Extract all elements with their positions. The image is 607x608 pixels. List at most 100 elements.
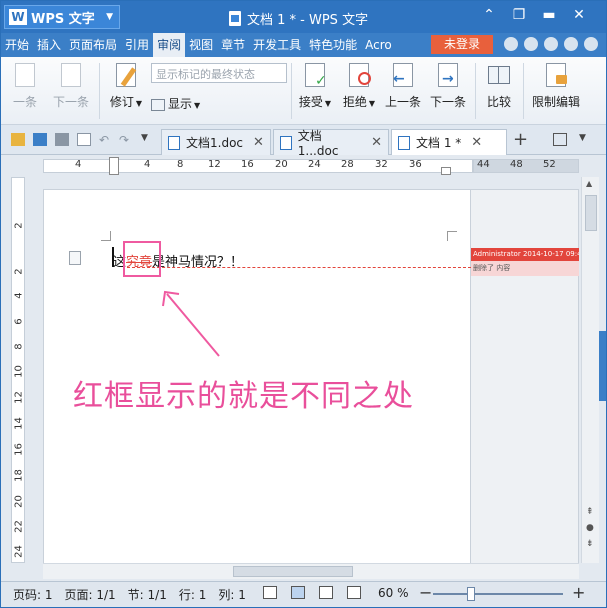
vertical-scroll-thumb[interactable]	[585, 195, 597, 231]
reject-doc-icon	[345, 63, 373, 89]
login-button[interactable]: 未登录	[431, 35, 493, 54]
track-changes-label: 修订	[109, 95, 134, 109]
zoom-level[interactable]: 60 %	[378, 586, 409, 600]
shirt-icon[interactable]	[544, 37, 558, 51]
tab-document-3[interactable]: 文档 1 * ✕	[391, 129, 507, 155]
chevron-down-icon: ▼	[135, 99, 143, 108]
select-browse-icon[interactable]: ●	[586, 523, 594, 533]
highlight-box	[123, 241, 161, 277]
show-markup-label: 显示	[168, 97, 193, 111]
undo-icon[interactable]: ↶	[99, 133, 113, 147]
skin-icon[interactable]	[504, 37, 518, 51]
next-change-button[interactable]: → 下一条	[427, 63, 469, 110]
menu-item-insert[interactable]: 插入	[33, 33, 65, 57]
vertical-scrollbar[interactable]: ▲ ⇞ ● ⇟	[581, 177, 599, 563]
tab-menu-icon[interactable]: ▼	[579, 133, 593, 146]
scroll-up-icon[interactable]: ▲	[586, 179, 592, 188]
ruler-tick: 22	[13, 520, 25, 533]
ribbon-separator	[523, 63, 524, 119]
doc-file-icon	[280, 135, 292, 150]
app-menu-button[interactable]: W WPS 文字 ▼	[4, 5, 120, 29]
reject-button[interactable]: 拒绝 ▼	[339, 63, 379, 110]
page-view-icon[interactable]	[291, 586, 305, 599]
doc-file-icon	[398, 135, 410, 150]
prev-comment-label: 一条	[12, 95, 37, 109]
zoom-out-icon[interactable]: −	[419, 583, 432, 602]
minimize-icon[interactable]: ▬	[538, 7, 560, 23]
open-folder-icon[interactable]	[11, 133, 25, 146]
show-markup-button[interactable]: 显示 ▼	[151, 95, 213, 112]
web-view-icon[interactable]	[347, 586, 361, 599]
refresh-icon[interactable]	[524, 37, 538, 51]
ruler-tick: 4	[75, 159, 82, 170]
menu-item-acrobat[interactable]: Acro	[361, 33, 396, 57]
close-tab-icon[interactable]: ✕	[471, 135, 482, 150]
crop-mark	[101, 231, 111, 241]
menu-item-developer[interactable]: 开发工具	[249, 33, 305, 57]
horizontal-scroll-thumb[interactable]	[233, 566, 353, 577]
menu-item-features[interactable]: 特色功能	[305, 33, 361, 57]
chevron-up-icon[interactable]	[584, 37, 598, 51]
paragraph-icon[interactable]	[69, 251, 81, 265]
revision-comment-header[interactable]: Administrator 2014-10-17 09:4	[471, 248, 579, 261]
menu-item-review[interactable]: 审阅	[153, 33, 186, 57]
prev-comment-button[interactable]: 一条	[7, 63, 43, 110]
menu-item-view[interactable]: 视图	[185, 33, 217, 57]
tab-document-1[interactable]: 文档1.doc ✕	[161, 129, 271, 155]
restore-window-icon[interactable]: ❐	[508, 7, 530, 23]
ruler-tick: 4	[13, 292, 25, 299]
collapse-icon[interactable]: ⌃	[478, 7, 500, 23]
vertical-ruler[interactable]: 2 2 4 6 8 10 12 14 16 18 20 22 24	[11, 177, 25, 563]
zoom-in-icon[interactable]: +	[572, 583, 585, 602]
redo-icon[interactable]: ↷	[119, 133, 133, 147]
side-panel-toggle[interactable]	[599, 331, 606, 401]
ruler-tick: 52	[543, 159, 556, 170]
restrict-editing-button[interactable]: 限制编辑	[529, 63, 583, 110]
compare-button[interactable]: 比较	[481, 63, 517, 110]
right-indent-marker[interactable]	[441, 167, 451, 175]
horizontal-scrollbar[interactable]	[43, 563, 579, 579]
outline-view-icon[interactable]	[319, 586, 333, 599]
close-tab-icon[interactable]: ✕	[253, 135, 264, 150]
ruler-tick: 20	[275, 159, 288, 170]
menu-item-references[interactable]: 引用	[121, 33, 153, 57]
ruler-tick: 24	[13, 545, 25, 558]
tab-list-icon[interactable]	[553, 133, 567, 146]
horizontal-ruler[interactable]: 4 4 8 12 16 20 24 28 32 36 44 48 52	[1, 155, 606, 177]
tab-document-2[interactable]: 文档1...doc ✕	[273, 129, 389, 158]
ribbon-separator	[475, 63, 476, 119]
prev-change-button[interactable]: ← 上一条	[383, 63, 423, 110]
accept-button[interactable]: ✓ 接受 ▼	[295, 63, 335, 110]
help-icon[interactable]	[564, 37, 578, 51]
prev-page-icon[interactable]: ⇞	[586, 507, 594, 517]
indent-marker[interactable]	[109, 157, 119, 175]
track-changes-button[interactable]: 修订 ▼	[105, 63, 147, 110]
ruler-tick: 12	[13, 391, 25, 404]
zoom-slider[interactable]	[433, 593, 563, 595]
chevron-down-icon: ▼	[368, 99, 376, 108]
accept-label: 接受	[298, 95, 323, 109]
new-tab-icon[interactable]: +	[513, 129, 528, 150]
ruler-tick: 48	[510, 159, 523, 170]
ruler-tick: 2	[13, 268, 25, 275]
print-preview-icon[interactable]	[77, 133, 91, 146]
print-icon[interactable]	[55, 133, 69, 146]
menu-item-chapter[interactable]: 章节	[217, 33, 249, 57]
tab-label: 文档 1 *	[416, 136, 462, 150]
ruler-tick: 8	[177, 159, 184, 170]
status-page-number: 页码: 1	[13, 588, 53, 602]
menu-item-home[interactable]: 开始	[1, 33, 33, 57]
save-icon[interactable]	[33, 133, 47, 146]
close-icon[interactable]: ✕	[568, 7, 590, 23]
quick-access-dropdown-icon[interactable]: ▼	[141, 133, 155, 146]
document-tab-bar: ↶ ↷ ▼ 文档1.doc ✕ 文档1...doc ✕ 文档 1 * ✕ + ▼	[1, 125, 606, 158]
revision-comment-body[interactable]: 删除了 内容	[471, 261, 579, 276]
zoom-slider-thumb[interactable]	[467, 587, 475, 601]
close-tab-icon[interactable]: ✕	[371, 135, 382, 150]
markup-mode-select[interactable]: 显示标记的最终状态	[151, 63, 287, 83]
fullscreen-view-icon[interactable]	[263, 586, 277, 599]
menu-item-layout[interactable]: 页面布局	[65, 33, 121, 57]
ruler-tick: 44	[477, 159, 490, 170]
next-page-icon[interactable]: ⇟	[586, 539, 594, 549]
next-comment-button[interactable]: 下一条	[51, 63, 91, 110]
